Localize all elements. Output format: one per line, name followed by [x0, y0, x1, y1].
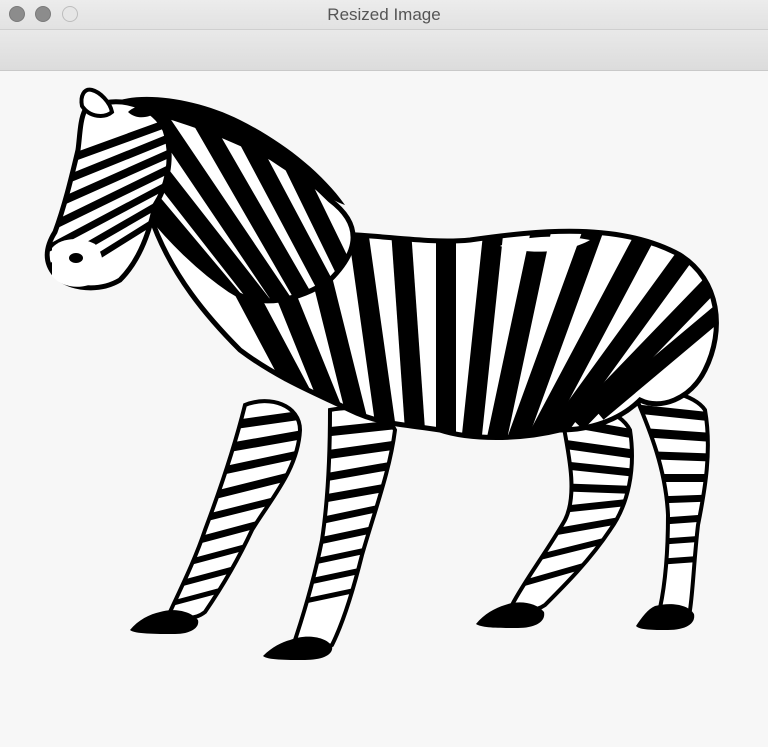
zebra-head: [44, 87, 172, 291]
zebra-image: [44, 87, 719, 660]
title-bar[interactable]: Resized Image: [0, 0, 768, 30]
zebra-hooves: [130, 602, 695, 660]
toolbar: [0, 30, 768, 71]
image-canvas: [0, 71, 768, 747]
window-title: Resized Image: [327, 5, 441, 24]
image-window: Resized Image: [0, 0, 768, 747]
